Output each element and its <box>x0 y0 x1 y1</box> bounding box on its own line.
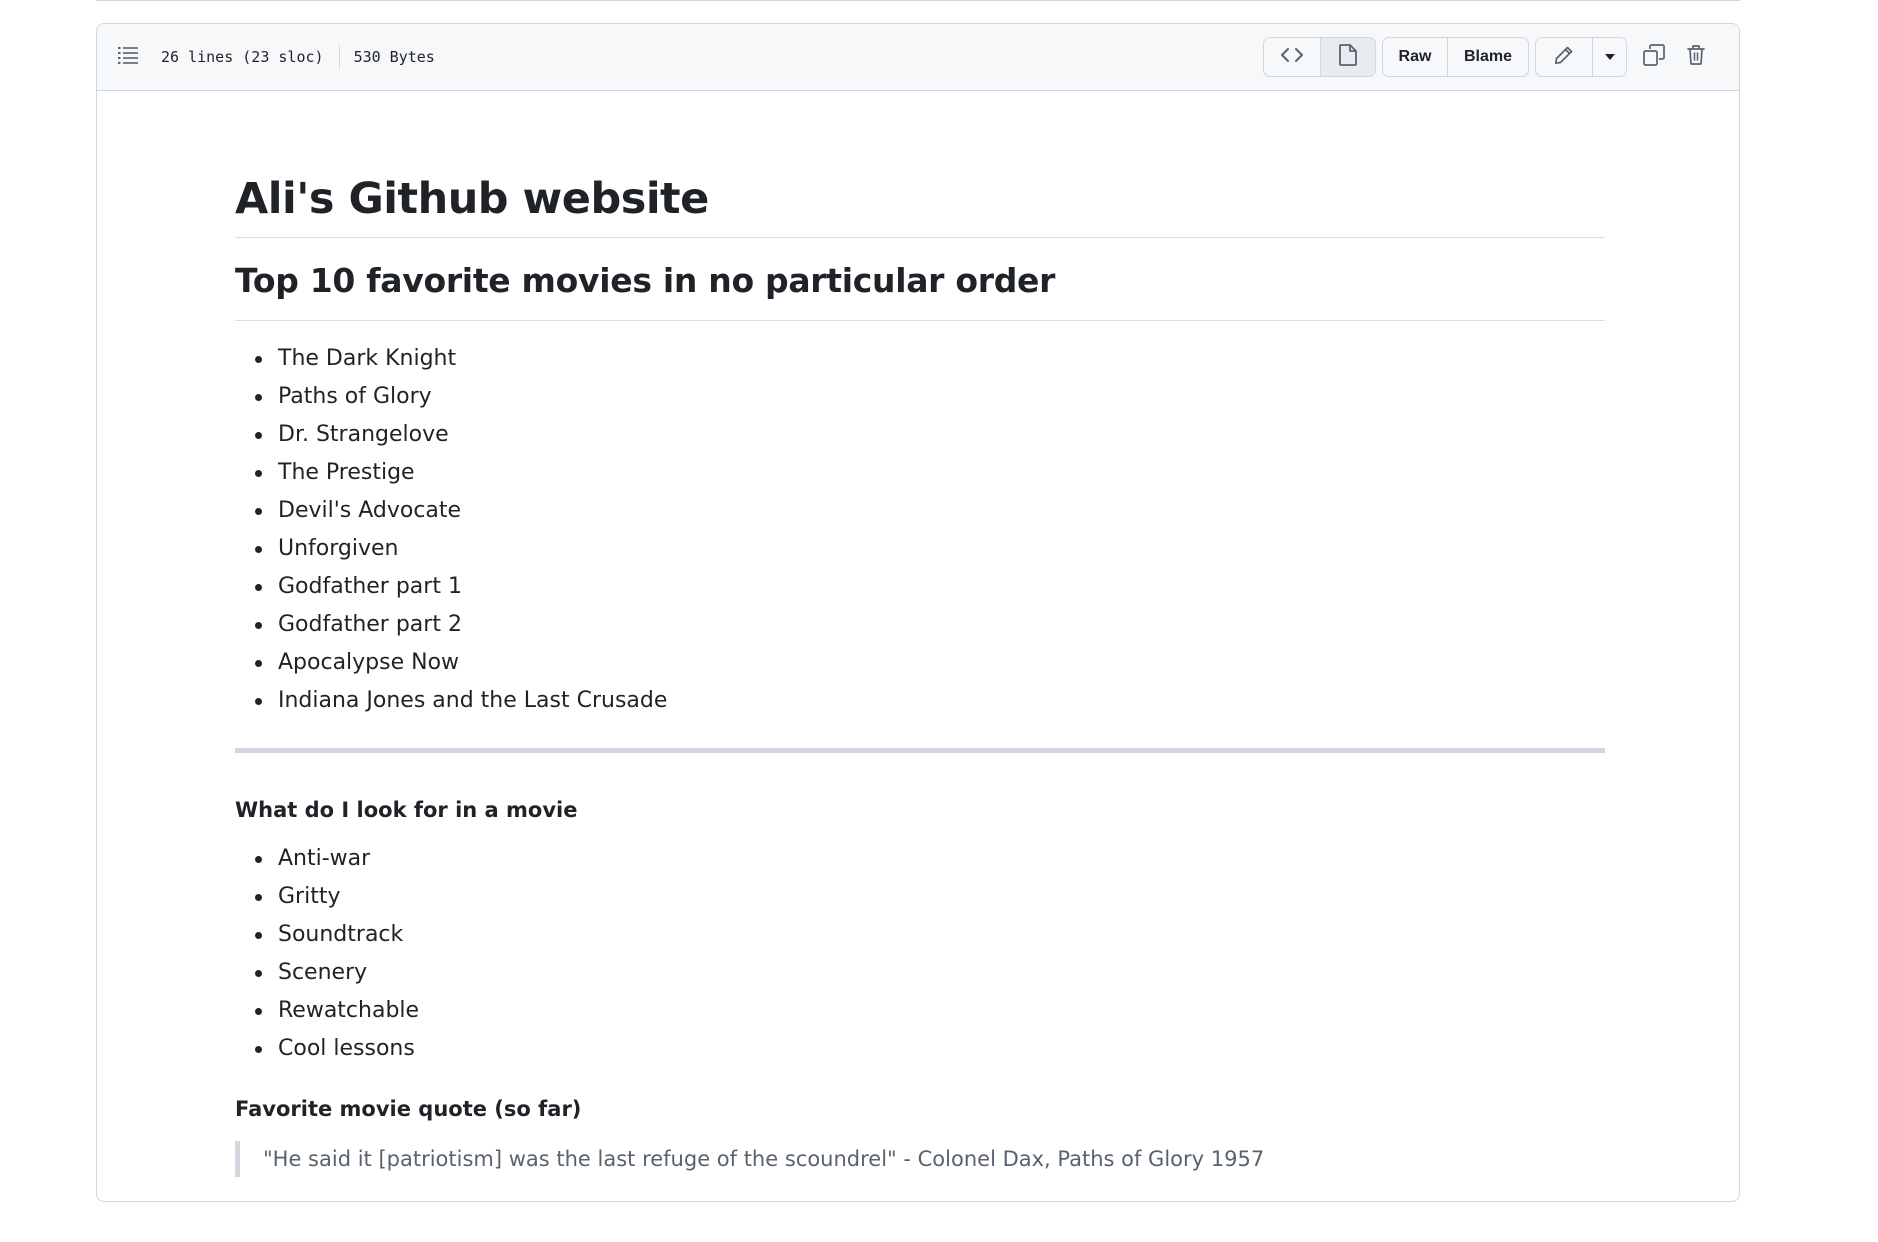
file-icon <box>1339 43 1357 71</box>
file-actions: Raw Blame <box>1263 37 1717 77</box>
view-mode-toggle <box>1263 37 1376 77</box>
list-item: Gritty <box>254 878 419 916</box>
list-item: Anti-war <box>254 840 419 878</box>
edit-group <box>1535 37 1627 77</box>
criteria-heading: What do I look for in a movie <box>235 798 578 822</box>
list-item: Soundtrack <box>254 916 419 954</box>
list-item: Apocalypse Now <box>254 644 667 682</box>
previous-box-edge <box>96 0 1740 1</box>
raw-blame-group: Raw Blame <box>1382 37 1529 77</box>
copy-button[interactable] <box>1633 38 1675 76</box>
blame-button[interactable]: Blame <box>1447 38 1528 76</box>
quote-heading: Favorite movie quote (so far) <box>235 1097 582 1121</box>
list-item: Cool lessons <box>254 1030 419 1068</box>
criteria-list: Anti-war Gritty Soundtrack Scenery Rewat… <box>254 840 419 1068</box>
trash-icon <box>1687 44 1705 71</box>
list-item: Paths of Glory <box>254 378 667 416</box>
list-item: Scenery <box>254 954 419 992</box>
file-size: 530 Bytes <box>353 48 435 66</box>
list-item: Devil's Advocate <box>254 492 667 530</box>
title-underline <box>235 237 1605 238</box>
movie-quote: "He said it [patriotism] was the last re… <box>235 1141 1435 1177</box>
pencil-icon <box>1554 45 1574 70</box>
list-item: The Prestige <box>254 454 667 492</box>
code-view-button[interactable] <box>1264 38 1320 76</box>
list-item: Unforgiven <box>254 530 667 568</box>
horizontal-rule <box>235 748 1605 753</box>
delete-button[interactable] <box>1675 38 1717 76</box>
line-count: 26 lines (23 sloc) <box>161 48 324 66</box>
file-viewer: 26 lines (23 sloc) 530 Bytes Raw Blame A… <box>96 23 1740 1202</box>
edit-more-button[interactable] <box>1592 38 1626 76</box>
list-item: Godfather part 1 <box>254 568 667 606</box>
list-item: Godfather part 2 <box>254 606 667 644</box>
list-item: Dr. Strangelove <box>254 416 667 454</box>
list-item: Indiana Jones and the Last Crusade <box>254 682 667 720</box>
movies-heading: Top 10 favorite movies in no particular … <box>235 261 1056 300</box>
file-info: 26 lines (23 sloc) 530 Bytes <box>161 24 435 90</box>
movies-list: The Dark Knight Paths of Glory Dr. Stran… <box>254 340 667 720</box>
movies-heading-underline <box>235 320 1605 321</box>
raw-button[interactable]: Raw <box>1383 38 1447 76</box>
triangle-down-icon <box>1604 48 1616 66</box>
outline-toggle-button[interactable] <box>115 44 141 70</box>
divider <box>338 45 340 69</box>
copy-icon <box>1643 43 1665 71</box>
list-item: Rewatchable <box>254 992 419 1030</box>
page-title: Ali's Github website <box>235 174 709 224</box>
list-item: The Dark Knight <box>254 340 667 378</box>
edit-button[interactable] <box>1536 38 1592 76</box>
file-header: 26 lines (23 sloc) 530 Bytes Raw Blame <box>97 24 1739 91</box>
preview-view-button[interactable] <box>1320 38 1375 76</box>
list-unordered-icon <box>118 46 138 69</box>
code-icon <box>1281 47 1303 68</box>
